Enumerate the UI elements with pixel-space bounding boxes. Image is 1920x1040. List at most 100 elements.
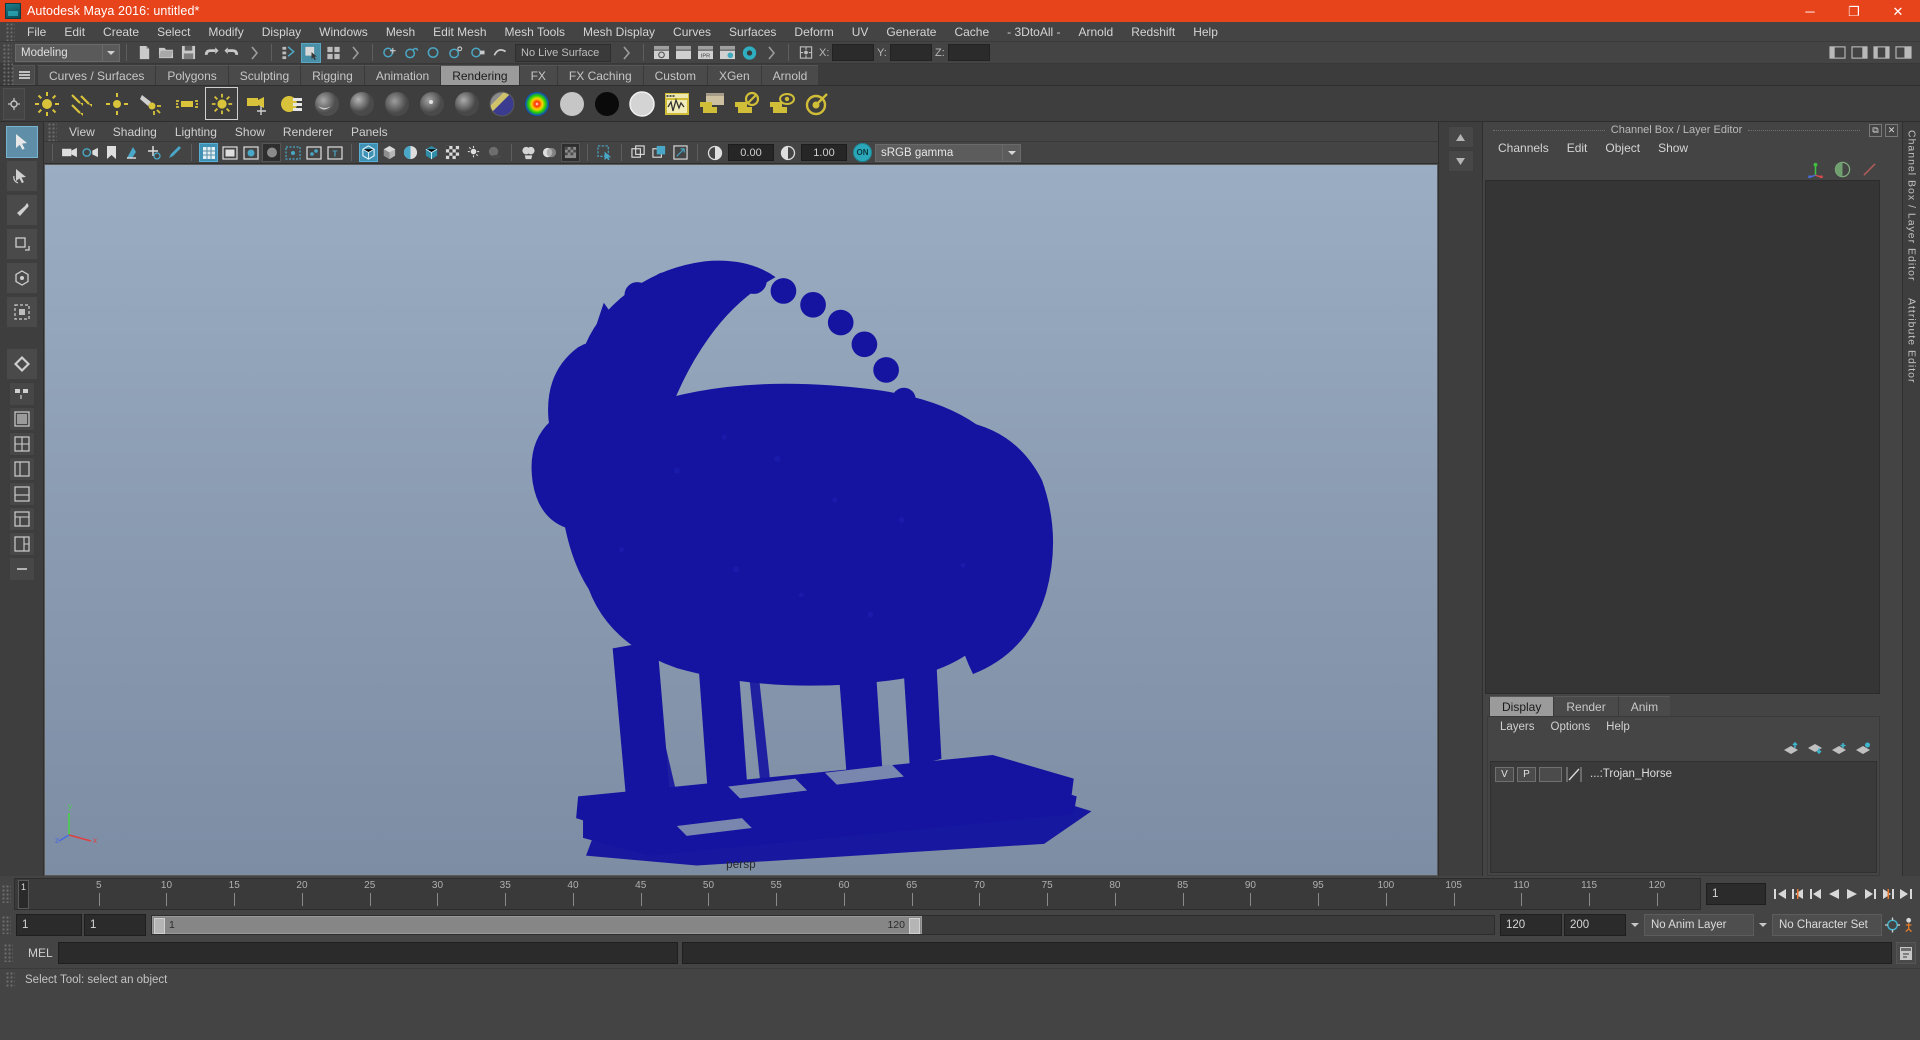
shelf-tab-rendering[interactable]: Rendering: [440, 65, 519, 85]
z-input[interactable]: [948, 44, 990, 61]
perspective-viewport[interactable]: y x z persp: [44, 164, 1438, 876]
toggle-ipr-icon[interactable]: [739, 43, 759, 63]
menu-file[interactable]: File: [18, 22, 55, 42]
x-input[interactable]: [832, 44, 874, 61]
scroll-up-icon[interactable]: [1447, 126, 1474, 148]
menu-3dtoall[interactable]: - 3DtoAll -: [998, 22, 1069, 42]
surface-shader-icon[interactable]: [555, 87, 588, 120]
persp-graph-layout-icon[interactable]: [8, 482, 35, 506]
new-layer-from-selected-icon[interactable]: [1855, 742, 1871, 755]
image-plane-icon[interactable]: [123, 143, 142, 162]
layered-shader-icon[interactable]: [485, 87, 518, 120]
ramp-shader-icon[interactable]: [520, 87, 553, 120]
panel-menu-grip[interactable]: [48, 122, 57, 141]
move-layer-up-icon[interactable]: [1783, 741, 1799, 755]
open-scene-icon[interactable]: [156, 43, 176, 63]
input-output-connections-icon[interactable]: [796, 43, 816, 63]
anim-layer-selector[interactable]: No Anim Layer: [1644, 914, 1754, 936]
select-by-object-type-icon[interactable]: [301, 42, 321, 63]
anisotropic-material-icon[interactable]: [450, 87, 483, 120]
motion-blur-icon[interactable]: [540, 143, 559, 162]
move-tool-icon[interactable]: [5, 228, 38, 260]
xray-joints-icon[interactable]: [304, 143, 323, 162]
live-surface-field[interactable]: No Live Surface: [515, 43, 611, 62]
add-layout-icon[interactable]: [8, 557, 35, 581]
range-dropdown-arrow-icon[interactable]: [1628, 914, 1642, 936]
move-layer-down-icon[interactable]: [1807, 742, 1823, 755]
range-bar[interactable]: 1 120: [152, 916, 922, 934]
mask-collapse-icon[interactable]: [345, 43, 365, 63]
color-management-dropdown-arrow-icon[interactable]: [1003, 143, 1021, 162]
shelf-tab-polygons[interactable]: Polygons: [155, 65, 228, 85]
ipr-render-icon[interactable]: IPR: [695, 43, 715, 63]
help-line-grip[interactable]: [6, 971, 15, 988]
use-background-icon[interactable]: [590, 87, 623, 120]
new-layer-icon[interactable]: [1831, 742, 1847, 755]
snap-to-grid-icon[interactable]: [380, 43, 400, 63]
render-collapse-icon[interactable]: [761, 43, 781, 63]
character-set-selector[interactable]: No Character Set: [1772, 914, 1882, 936]
hypershade-persp-layout-icon[interactable]: [8, 507, 35, 531]
last-tool-used-icon[interactable]: [8, 382, 35, 406]
shelf-options-icon[interactable]: [3, 87, 25, 120]
gamma-icon[interactable]: [778, 143, 797, 162]
redo-icon[interactable]: [222, 43, 242, 63]
layer-menu-options[interactable]: Options: [1543, 717, 1599, 737]
menu-display[interactable]: Display: [253, 22, 310, 42]
range-slider-grip[interactable]: [2, 916, 11, 934]
use-all-lights-icon[interactable]: [464, 143, 483, 162]
channel-box-content[interactable]: [1485, 180, 1880, 694]
select-tool-icon[interactable]: [5, 126, 38, 158]
blinn-material-icon[interactable]: [345, 87, 378, 120]
speed-toggle-icon[interactable]: [1834, 161, 1851, 178]
snap-to-point-icon[interactable]: [424, 43, 444, 63]
render-view-shelf-icon[interactable]: [695, 87, 728, 120]
menu-edit-mesh[interactable]: Edit Mesh: [424, 22, 495, 42]
tab-render[interactable]: Render: [1553, 696, 1618, 716]
minimize-button[interactable]: ─: [1788, 0, 1832, 22]
make-live-icon[interactable]: [490, 43, 510, 63]
color-management-toggle[interactable]: ON: [853, 143, 872, 162]
smooth-shade-all-icon[interactable]: [380, 143, 399, 162]
script-editor-icon[interactable]: [1896, 942, 1916, 964]
channel-box-menu-object[interactable]: Object: [1596, 138, 1649, 158]
shelf-grip[interactable]: [3, 63, 13, 85]
snap-to-projected-center-icon[interactable]: [446, 43, 466, 63]
film-gate-icon[interactable]: [220, 143, 239, 162]
shelf-menu-icon[interactable]: [13, 65, 35, 85]
shadows-icon[interactable]: [485, 143, 504, 162]
menu-mesh[interactable]: Mesh: [377, 22, 424, 42]
two-d-pan-zoom-icon[interactable]: [144, 143, 163, 162]
channel-box-menu-show[interactable]: Show: [1649, 138, 1697, 158]
camera-aim-up-icon[interactable]: [240, 87, 273, 120]
four-view-layout-icon[interactable]: [8, 432, 35, 456]
menu-grip[interactable]: [6, 22, 15, 41]
menu-deform[interactable]: Deform: [785, 22, 842, 42]
menu-curves[interactable]: Curves: [664, 22, 720, 42]
wireframe-shading-icon[interactable]: [359, 143, 378, 162]
menu-edit[interactable]: Edit: [55, 22, 94, 42]
show-render-view-icon[interactable]: [651, 43, 671, 63]
layer-list[interactable]: V P ...:Trojan_Horse: [1490, 761, 1877, 873]
snap-to-curve-icon[interactable]: [402, 43, 422, 63]
layer-color-swatch-icon[interactable]: [1565, 766, 1583, 782]
xray-duplicate-icon[interactable]: [629, 143, 648, 162]
channel-box-menu-channels[interactable]: Channels: [1489, 138, 1558, 158]
shelf-tab-curves-surfaces[interactable]: Curves / Surfaces: [37, 65, 156, 85]
panel-menu-show[interactable]: Show: [226, 122, 274, 142]
smooth-shade-selected-icon[interactable]: [401, 143, 420, 162]
layer-row[interactable]: V P ...:Trojan_Horse: [1491, 765, 1876, 783]
phong-e-material-icon[interactable]: [415, 87, 448, 120]
rotate-tool-icon[interactable]: [5, 262, 38, 294]
undo-icon[interactable]: [200, 43, 220, 63]
select-by-hierarchy-icon[interactable]: [279, 43, 299, 63]
maximize-button[interactable]: ❐: [1832, 0, 1876, 22]
menu-cache[interactable]: Cache: [945, 22, 998, 42]
screen-space-ao-icon[interactable]: [519, 143, 538, 162]
panel-menu-panels[interactable]: Panels: [342, 122, 397, 142]
exposure-reset-icon[interactable]: [671, 143, 690, 162]
show-hide-tool-settings-icon[interactable]: [1871, 43, 1891, 63]
layer-playback-toggle[interactable]: P: [1517, 766, 1536, 782]
lambert-material-icon[interactable]: [310, 87, 343, 120]
menu-mesh-display[interactable]: Mesh Display: [574, 22, 664, 42]
